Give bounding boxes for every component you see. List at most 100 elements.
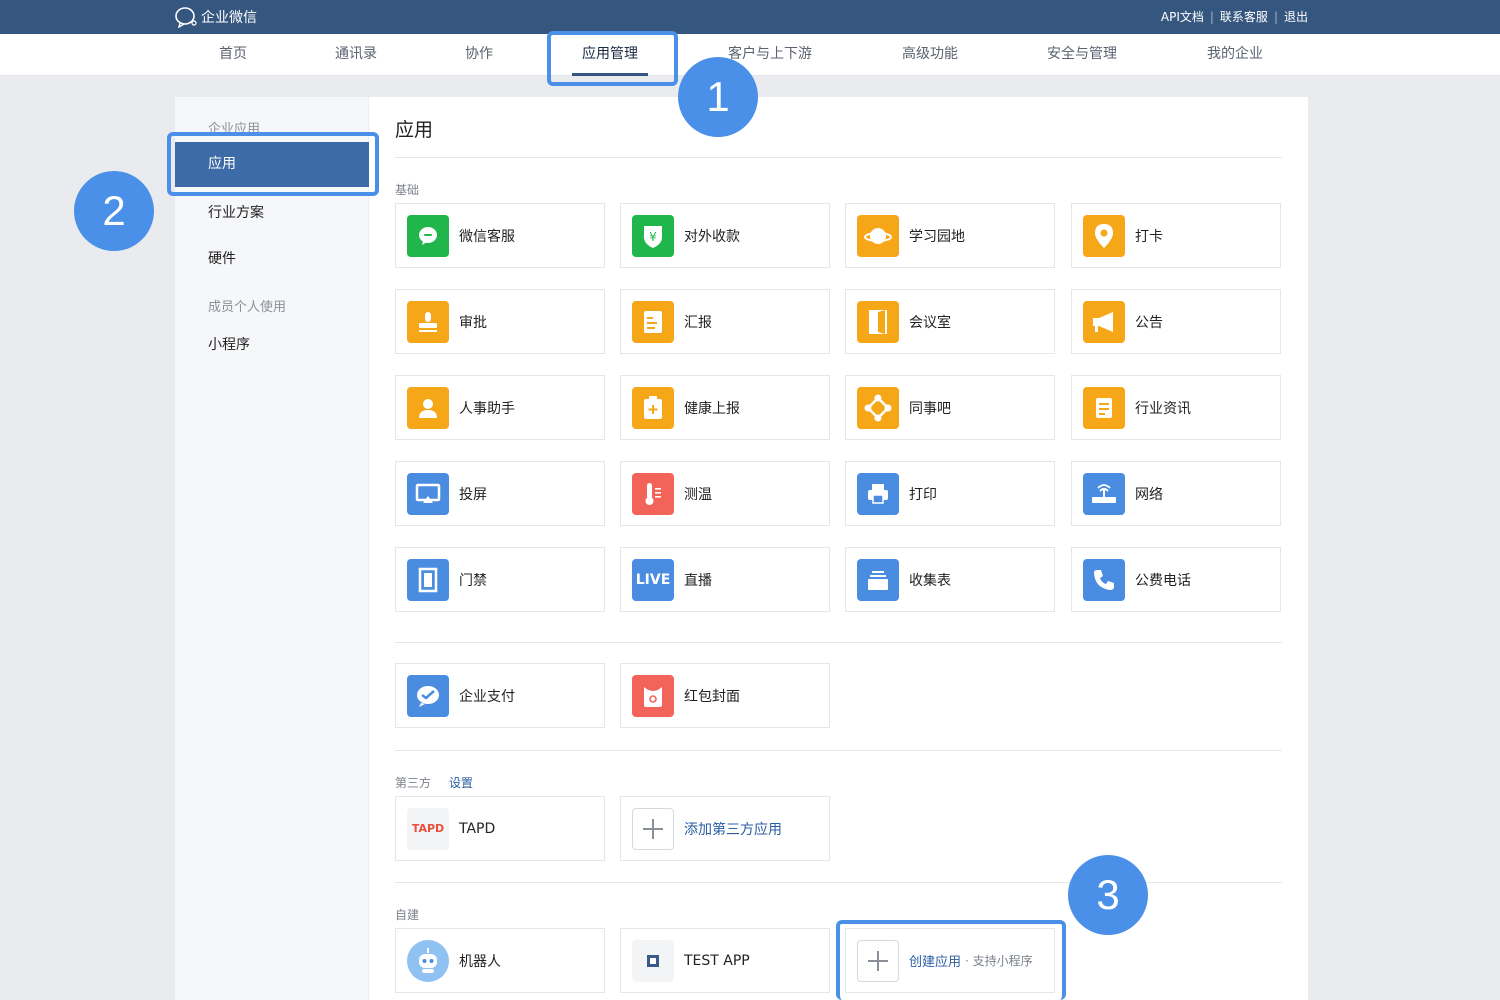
app-tile-robot[interactable]: 机器人 — [395, 928, 605, 993]
app-tile-screen-cast[interactable]: 投屏 — [395, 461, 605, 526]
app-label: 汇报 — [684, 314, 712, 331]
news-icon — [1083, 386, 1125, 429]
app-label: 会议室 — [909, 314, 951, 331]
app-tile-public-phone[interactable]: 公费电话 — [1071, 547, 1281, 612]
nav-security[interactable]: 安全与管理 — [1032, 34, 1132, 76]
third-party-label: 第三方 — [395, 776, 432, 790]
app-tile-colleague-bar[interactable]: 同事吧 — [845, 375, 1055, 440]
app-label: 测温 — [684, 486, 712, 503]
app-label: 健康上报 — [684, 400, 740, 417]
app-placeholder-icon — [632, 939, 674, 982]
app-label: 添加第三方应用 — [684, 821, 782, 838]
app-label: 公告 — [1135, 314, 1163, 331]
nav-label: 通讯录 — [335, 46, 377, 62]
app-label: 微信客服 — [459, 228, 515, 245]
nav-contacts[interactable]: 通讯录 — [316, 34, 396, 76]
nav-label: 安全与管理 — [1047, 46, 1117, 62]
app-tile-hr-assistant[interactable]: 人事助手 — [395, 375, 605, 440]
nav-label: 我的企业 — [1207, 46, 1263, 62]
app-label: 收集表 — [909, 572, 951, 589]
thermometer-icon — [632, 472, 674, 515]
person-icon — [407, 386, 449, 429]
app-tile-tapd[interactable]: TAPD TAPD — [395, 796, 605, 861]
app-tile-collection-form[interactable]: 收集表 — [845, 547, 1055, 612]
app-label: 审批 — [459, 314, 487, 331]
app-label: 对外收款 — [684, 228, 740, 245]
printer-icon — [857, 472, 899, 515]
callout-badge-2: 2 — [74, 171, 154, 251]
highlight-app-management — [547, 31, 678, 86]
api-docs-link[interactable]: API文档 — [1161, 8, 1204, 25]
logo[interactable]: 企业微信 — [174, 6, 257, 28]
section-label-basic: 基础 — [395, 183, 420, 197]
third-party-settings-link[interactable]: 设置 — [449, 776, 473, 790]
app-tile-live[interactable]: LIVE 直播 — [620, 547, 830, 612]
sidebar-item-hardware[interactable]: 硬件 — [208, 248, 236, 268]
divider — [395, 157, 1282, 158]
app-label: TAPD — [459, 820, 496, 837]
app-tile-print[interactable]: 打印 — [845, 461, 1055, 526]
stack-icon — [857, 558, 899, 601]
app-label: 打印 — [909, 486, 937, 503]
megaphone-icon — [1083, 300, 1125, 343]
screen-cast-icon — [407, 472, 449, 515]
app-tile-network[interactable]: 网络 — [1071, 461, 1281, 526]
page-title: 应用 — [395, 119, 434, 141]
divider: | — [1209, 9, 1214, 24]
app-tile-learning[interactable]: 学习园地 — [845, 203, 1055, 268]
app-label: 投屏 — [459, 486, 487, 503]
app-label: 门禁 — [459, 572, 487, 589]
sidebar-group-personal: 成员个人使用 — [208, 300, 287, 315]
app-tile-checkin[interactable]: 打卡 — [1071, 203, 1281, 268]
app-tile-red-envelope[interactable]: 红包封面 — [620, 663, 830, 728]
nav-my-company[interactable]: 我的企业 — [1190, 34, 1280, 76]
router-icon — [1083, 472, 1125, 515]
app-tile-report[interactable]: 汇报 — [620, 289, 830, 354]
app-label: TEST APP — [684, 952, 750, 969]
app-tile-test-app[interactable]: TEST APP — [620, 928, 830, 993]
section-label-third-party: 第三方 设置 — [395, 774, 473, 791]
section-label-self-built: 自建 — [395, 908, 420, 922]
nav-collaboration[interactable]: 协作 — [439, 34, 519, 76]
logout-link[interactable]: 退出 — [1284, 8, 1308, 25]
app-tile-announcement[interactable]: 公告 — [1071, 289, 1281, 354]
app-label: 行业资讯 — [1135, 400, 1191, 417]
app-tile-temperature[interactable]: 测温 — [620, 461, 830, 526]
door-access-icon — [407, 558, 449, 601]
app-tile-enterprise-pay[interactable]: 企业支付 — [395, 663, 605, 728]
nav-home[interactable]: 首页 — [193, 34, 273, 76]
tapd-logo-text: TAPD — [411, 822, 445, 835]
app-label: 红包封面 — [684, 688, 740, 705]
add-third-party-app-button[interactable]: 添加第三方应用 — [620, 796, 830, 861]
sidebar-item-miniprogram[interactable]: 小程序 — [208, 334, 250, 354]
app-label: 打卡 — [1135, 228, 1163, 245]
app-tile-industry-news[interactable]: 行业资讯 — [1071, 375, 1281, 440]
callout-badge-3: 3 — [1068, 855, 1148, 935]
divider: | — [1273, 9, 1278, 24]
top-bar: 企业微信 API文档 | 联系客服 | 退出 — [0, 0, 1500, 34]
logo-text: 企业微信 — [201, 10, 257, 26]
plus-icon — [632, 807, 674, 850]
wecom-logo-icon — [175, 7, 197, 28]
nav-label: 首页 — [219, 46, 247, 62]
highlight-create-app — [836, 920, 1066, 1000]
red-envelope-icon — [632, 674, 674, 717]
live-icon-text: LIVE — [635, 571, 671, 588]
app-label: 学习园地 — [909, 228, 965, 245]
app-tile-door-access[interactable]: 门禁 — [395, 547, 605, 612]
app-tile-approval[interactable]: 审批 — [395, 289, 605, 354]
location-pin-icon — [1083, 214, 1125, 257]
app-label: 公费电话 — [1135, 572, 1191, 589]
contact-support-link[interactable]: 联系客服 — [1220, 8, 1268, 25]
app-tile-health-report[interactable]: 健康上报 — [620, 375, 830, 440]
app-tile-external-payment[interactable]: ¥ 对外收款 — [620, 203, 830, 268]
nav-advanced[interactable]: 高级功能 — [885, 34, 975, 76]
app-label: 人事助手 — [459, 400, 515, 417]
app-label: 机器人 — [459, 953, 501, 970]
app-tile-meeting-room[interactable]: 会议室 — [845, 289, 1055, 354]
sidebar-item-industry[interactable]: 行业方案 — [208, 202, 264, 222]
app-label: 同事吧 — [909, 400, 951, 417]
phone-icon — [1083, 558, 1125, 601]
sidebar: 企业应用 应用 行业方案 硬件 成员个人使用 小程序 — [175, 97, 369, 1000]
app-tile-wechat-service[interactable]: 微信客服 — [395, 203, 605, 268]
